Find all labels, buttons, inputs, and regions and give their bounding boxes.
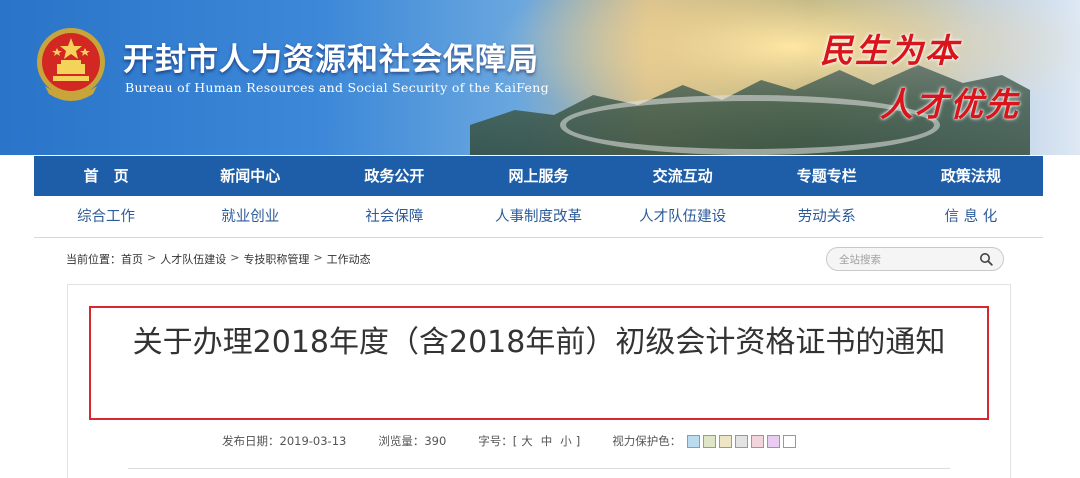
breadcrumb: 当前位置： 首页 > 人才队伍建设 > 专技职称管理 > 工作动态	[66, 251, 371, 267]
nav-item-special-topics[interactable]: 专题专栏	[755, 156, 899, 196]
subnav-item-labor-relations[interactable]: 劳动关系	[755, 196, 899, 237]
national-emblem-icon	[37, 28, 105, 101]
font-size-large[interactable]: 大	[521, 433, 533, 449]
swatch-white[interactable]	[783, 434, 797, 448]
sub-nav: 综合工作 就业创业 社会保障 人事制度改革 人才队伍建设 劳动关系 信 息 化	[34, 196, 1043, 238]
slogan-line-2: 人才优先	[880, 85, 1020, 124]
swatch-yellow[interactable]	[719, 434, 733, 448]
article-title-highlight-box: 关于办理2018年度（含2018年前）初级会计资格证书的通知	[89, 306, 989, 420]
nav-item-interaction[interactable]: 交流互动	[611, 156, 755, 196]
site-subtitle: Bureau of Human Resources and Social Sec…	[125, 80, 549, 95]
subnav-item-social-security[interactable]: 社会保障	[322, 196, 466, 237]
main-nav: 首 页 新闻中心 政务公开 网上服务 交流互动 专题专栏 政策法规	[34, 156, 1043, 196]
search-icon[interactable]	[979, 252, 993, 266]
site-title: 开封市人力资源和社会保障局	[123, 42, 539, 78]
breadcrumb-separator: >	[313, 251, 323, 264]
article-title: 关于办理2018年度（含2018年前）初级会计资格证书的通知	[132, 325, 946, 360]
font-size-small[interactable]: 小	[560, 433, 572, 449]
breadcrumb-separator: >	[230, 251, 240, 264]
swatch-gray[interactable]	[735, 434, 749, 448]
breadcrumb-item-talent[interactable]: 人才队伍建设	[160, 251, 226, 267]
nav-item-policies[interactable]: 政策法规	[899, 156, 1043, 196]
swatch-pink[interactable]	[751, 434, 765, 448]
font-size-label: 字号：[	[478, 434, 518, 448]
subnav-item-employment[interactable]: 就业创业	[178, 196, 322, 237]
views-count: 390	[424, 434, 447, 448]
article-divider	[128, 468, 950, 469]
subnav-item-talent[interactable]: 人才队伍建设	[611, 196, 755, 237]
breadcrumb-item-work-news[interactable]: 工作动态	[327, 251, 371, 267]
swatch-blue[interactable]	[687, 434, 701, 448]
eye-protection-label: 视力保护色：	[612, 434, 682, 448]
subnav-item-general[interactable]: 综合工作	[34, 196, 178, 237]
breadcrumb-prefix: 当前位置：	[66, 253, 121, 266]
subnav-item-informatization[interactable]: 信 息 化	[899, 196, 1043, 237]
breadcrumb-item-home[interactable]: 首页	[121, 251, 143, 267]
nav-item-gov-affairs[interactable]: 政务公开	[322, 156, 466, 196]
font-size-medium[interactable]: 中	[541, 433, 553, 449]
site-search	[826, 247, 1004, 271]
swatch-purple[interactable]	[767, 434, 781, 448]
publish-date: 2019-03-13	[279, 434, 347, 448]
search-input[interactable]	[827, 249, 967, 271]
nav-item-news[interactable]: 新闻中心	[178, 156, 322, 196]
subnav-item-personnel-reform[interactable]: 人事制度改革	[466, 196, 610, 237]
breadcrumb-separator: >	[147, 251, 157, 264]
nav-item-online-service[interactable]: 网上服务	[466, 156, 610, 196]
eye-protection-swatches	[687, 434, 797, 448]
slogan-line-1: 民生为本	[820, 31, 960, 70]
font-size-bracket: ]	[575, 434, 581, 448]
article-meta: 发布日期： 2019-03-13 浏览量： 390 字号：[ 大 中 小 ] 视…	[222, 433, 797, 449]
nav-item-home[interactable]: 首 页	[34, 156, 178, 196]
views-label: 浏览量：	[378, 434, 425, 448]
swatch-green[interactable]	[703, 434, 717, 448]
breadcrumb-item-title-mgmt[interactable]: 专技职称管理	[243, 251, 309, 267]
publish-date-label: 发布日期：	[222, 434, 280, 448]
header-banner: 开封市人力资源和社会保障局 Bureau of Human Resources …	[0, 0, 1080, 155]
